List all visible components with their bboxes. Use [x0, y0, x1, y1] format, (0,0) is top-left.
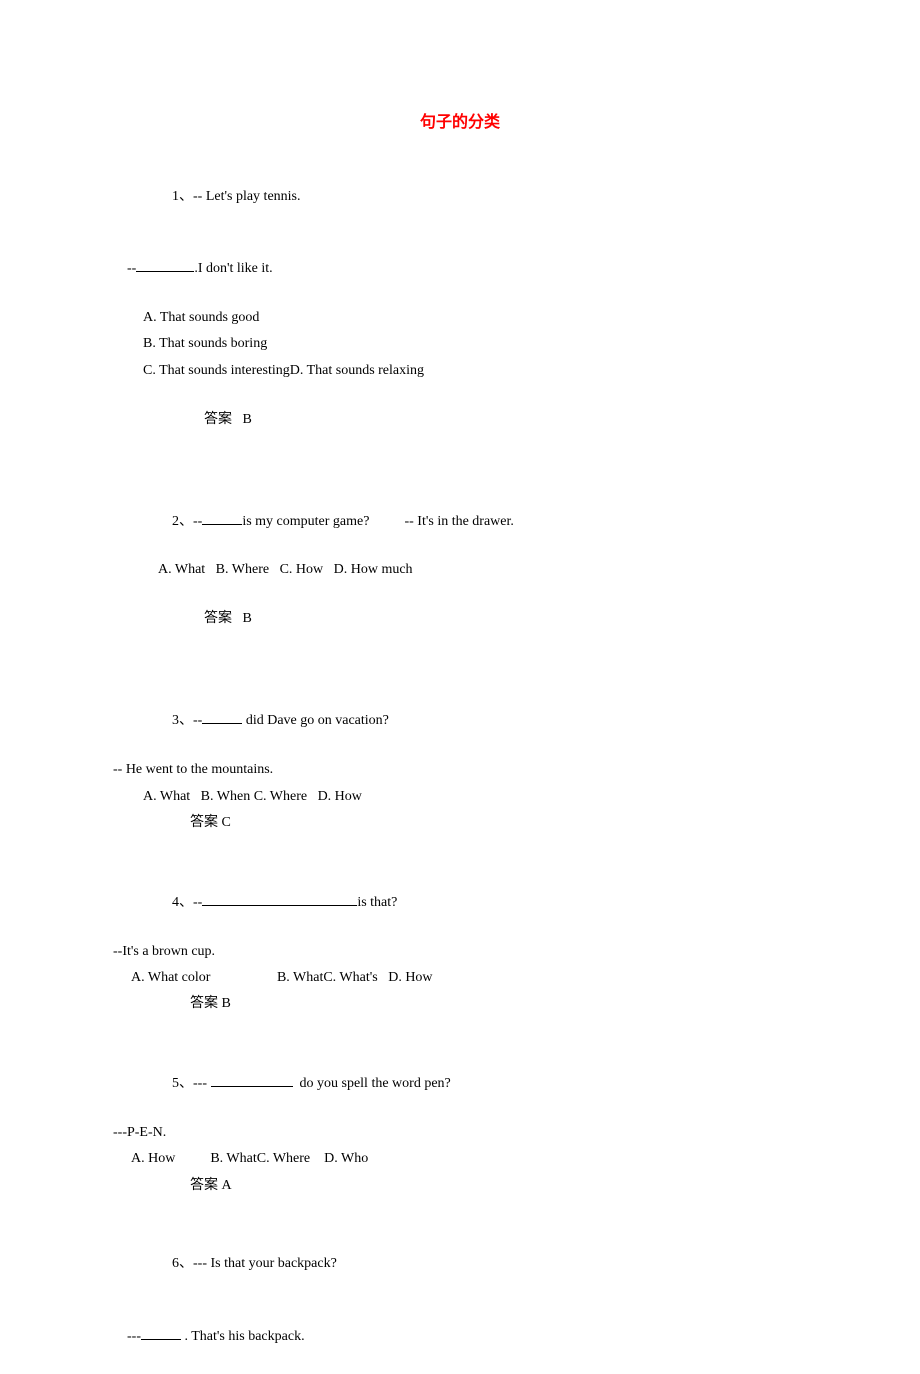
- blank: [202, 709, 242, 724]
- q4-opts: A. What color B. WhatC. What's D. How: [113, 967, 807, 989]
- q6-line1: 6、--- Is that your backpack?: [113, 1231, 807, 1298]
- q6-line1-text: --- Is that your backpack?: [193, 1256, 337, 1271]
- q3-line1-pre: --: [193, 713, 202, 728]
- q2-opts: A. What B. Where C. How D. How much: [113, 559, 807, 581]
- q4-line2: --It's a brown cup.: [113, 941, 807, 963]
- q3-answer: 答案 C: [113, 812, 807, 834]
- q1-prompt: -- Let's play tennis.: [193, 189, 301, 204]
- q1-optA: A. That sounds good: [113, 307, 807, 329]
- q1-answer-val: B: [243, 412, 252, 427]
- q6-line2-pre: ---: [127, 1329, 141, 1344]
- q1-line2: -- .I don't like it.: [113, 235, 807, 303]
- q2-line1-mid: is my computer game?: [242, 514, 369, 529]
- q1-line1: 1、-- Let's play tennis.: [113, 164, 807, 231]
- blank: [202, 891, 357, 906]
- q5-line1-pre: ---: [193, 1076, 211, 1091]
- answer-label: 答案: [204, 412, 232, 427]
- q2-line1-right: -- It's in the drawer.: [404, 514, 513, 529]
- q6-line2-post: . That's his backpack.: [181, 1329, 305, 1344]
- q2-line1: 2、-- is my computer game? -- It's in the …: [113, 487, 807, 555]
- q5-answer: 答案 A: [113, 1175, 807, 1197]
- q5-line1: 5、--- do you spell the word pen?: [113, 1050, 807, 1118]
- q1-answer: 答案 B: [113, 386, 807, 453]
- q5-line1-post: do you spell the word pen?: [293, 1076, 451, 1091]
- q3-opts: A. What B. When C. Where D. How: [113, 786, 807, 808]
- q6-num: 6、: [172, 1256, 193, 1271]
- q3-num: 3、: [172, 713, 193, 728]
- q5-num: 5、: [172, 1076, 193, 1091]
- answer-label: 答案: [204, 611, 232, 626]
- q1-line2-post: .I don't like it.: [194, 261, 272, 276]
- blank: [211, 1072, 293, 1087]
- q1-optCD: C. That sounds interestingD. That sounds…: [113, 360, 807, 382]
- q1-num: 1、: [172, 189, 193, 204]
- q2-line1-pre: --: [193, 514, 202, 529]
- blank: [136, 257, 194, 272]
- q4-line1: 4、-- is that?: [113, 868, 807, 936]
- q4-line1-post: is that?: [357, 895, 397, 910]
- q2-num: 2、: [172, 514, 193, 529]
- q2-answer-val: B: [243, 611, 252, 626]
- blank: [202, 510, 242, 525]
- q3-line1-post: did Dave go on vacation?: [242, 713, 389, 728]
- q4-num: 4、: [172, 895, 193, 910]
- q5-line2: ---P-E-N.: [113, 1122, 807, 1144]
- q3-line1: 3、-- did Dave go on vacation?: [113, 687, 807, 755]
- q1-optB: B. That sounds boring: [113, 333, 807, 355]
- q5-opts: A. How B. WhatC. Where D. Who: [113, 1148, 807, 1170]
- q1-line2-pre: --: [127, 261, 136, 276]
- q4-answer: 答案 B: [113, 993, 807, 1015]
- q6-line2: --- . That's his backpack.: [113, 1302, 807, 1370]
- page-title: 句子的分类: [113, 110, 807, 136]
- blank: [141, 1325, 181, 1340]
- q3-line2: -- He went to the mountains.: [113, 759, 807, 781]
- q4-line1-pre: --: [193, 895, 202, 910]
- q2-answer: 答案 B: [113, 586, 807, 653]
